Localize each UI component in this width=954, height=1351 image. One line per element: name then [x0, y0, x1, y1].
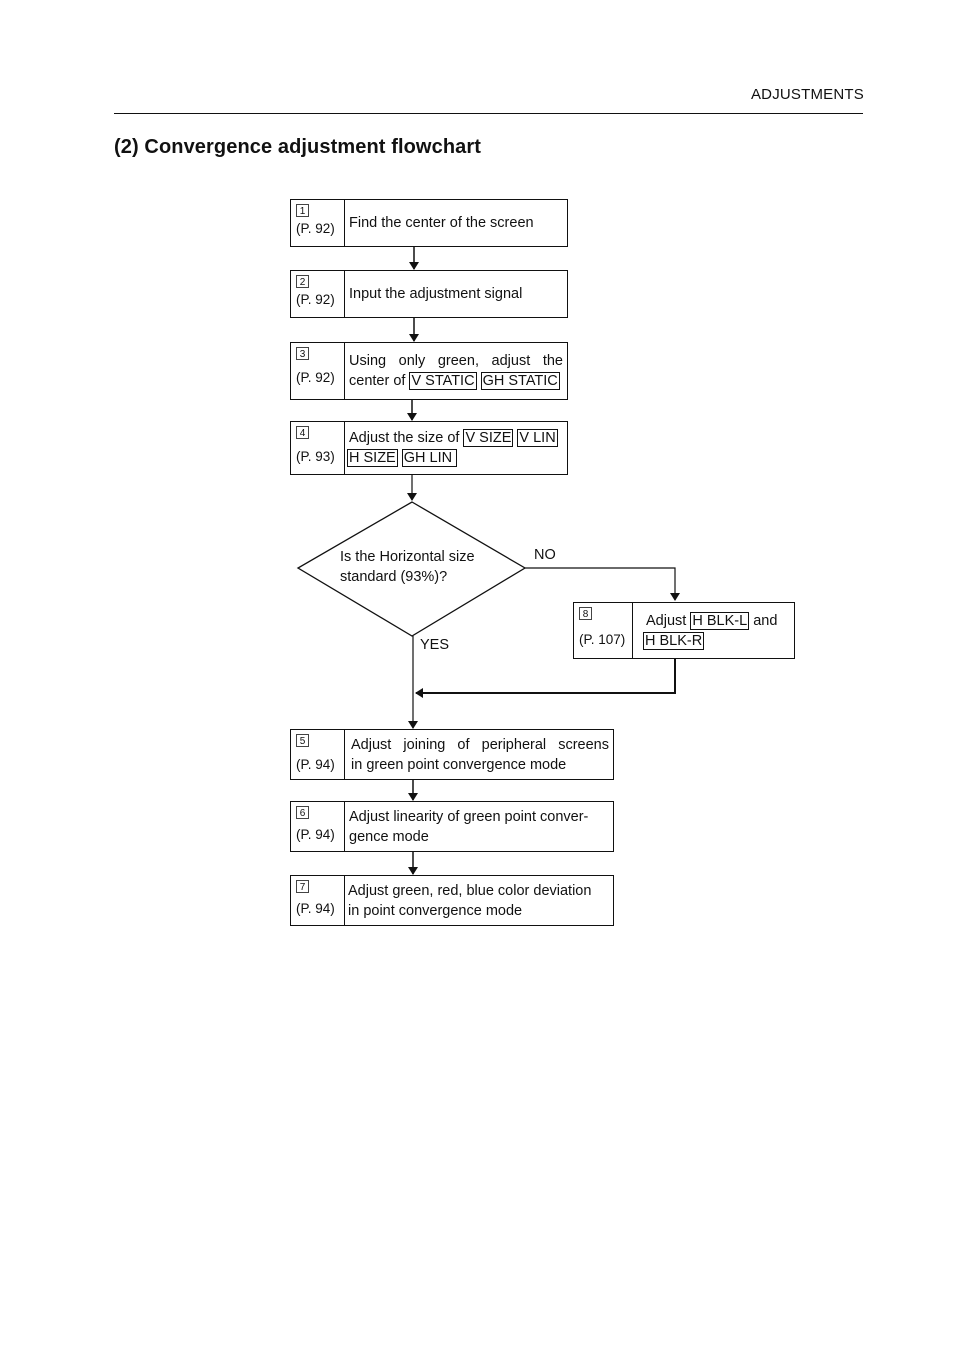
- step-8-prefix: Adjust: [646, 612, 687, 629]
- step-3-ref: 3 (P. 92): [291, 343, 345, 399]
- step-number: 2: [296, 275, 309, 288]
- decision-question: Is the Horizontal size standard (93%)?: [340, 547, 475, 587]
- step-number: 7: [296, 880, 309, 893]
- step-8-ref: 8 (P. 107): [574, 603, 633, 658]
- step-number: 5: [296, 734, 309, 747]
- step-4-ref: 4 (P. 93): [291, 422, 345, 474]
- decision-line-1: Is the Horizontal size: [340, 549, 475, 565]
- step-7-ref: 7 (P. 94): [291, 876, 345, 925]
- step-4-box: 4 (P. 93) Adjust the size of V SIZE V LI…: [290, 421, 568, 475]
- step-4-line-2: H SIZE GH LIN: [347, 448, 563, 468]
- step-2-box: 2 (P. 92) Input the adjustment signal: [290, 270, 568, 318]
- step-6-ref: 6 (P. 94): [291, 802, 345, 851]
- step-number: 8: [579, 607, 592, 620]
- step-8-box: 8 (P. 107) Adjust H BLK-L and H BLK-R: [573, 602, 795, 659]
- step-2-ref: 2 (P. 92): [291, 271, 345, 317]
- page-reference: (P. 94): [296, 827, 335, 842]
- step-1-ref: 1 (P. 92): [291, 200, 345, 246]
- step-4-prefix: Adjust the size of: [349, 430, 460, 446]
- step-6-box: 6 (P. 94) Adjust linearity of green poin…: [290, 801, 614, 852]
- step-6-line-1: Adjust linearity of green point conver-: [349, 808, 589, 825]
- step-5-line-2: in green point convergence mode: [351, 756, 567, 773]
- step-2-text: Input the adjustment signal: [349, 286, 523, 302]
- step-3-line-1: Using only green, adjust the: [349, 353, 563, 369]
- page-reference: (P. 94): [296, 757, 335, 772]
- step-number: 3: [296, 347, 309, 360]
- step-3-prefix: center of: [349, 373, 406, 389]
- step-5-line-1: Adjust joining of peripheral screens: [351, 736, 609, 753]
- step-8-line-2: H BLK-R: [643, 631, 790, 651]
- step-4-line-1: Adjust the size of V SIZE V LIN: [347, 428, 563, 448]
- control-tag-h-size: H SIZE: [347, 449, 398, 467]
- control-tag-v-lin: V LIN: [517, 429, 558, 447]
- page-reference: (P. 107): [579, 632, 626, 647]
- step-number: 1: [296, 204, 309, 217]
- step-number: 4: [296, 426, 309, 439]
- step-6-line-2: gence mode: [349, 828, 429, 845]
- step-8-line-1: Adjust H BLK-L and: [643, 611, 790, 631]
- decision-yes-label: YES: [420, 637, 450, 653]
- control-tag-v-size: V SIZE: [463, 429, 514, 447]
- control-tag-gh-lin: GH LIN: [401, 449, 458, 467]
- control-tag-h-blk-r: H BLK-R: [643, 631, 705, 650]
- step-3-box: 3 (P. 92) Using only green, adjust the c…: [290, 342, 568, 400]
- step-number: 6: [296, 806, 309, 819]
- decision-no-label: NO: [534, 547, 556, 563]
- page-reference: (P. 93): [296, 449, 335, 464]
- step-3-line-2: center of V STATIC GH STATIC: [349, 371, 563, 391]
- step-5-box: 5 (P. 94) Adjust joining of peripheral s…: [290, 729, 614, 780]
- step-1-box: 1 (P. 92) Find the center of the screen: [290, 199, 568, 247]
- control-tag-v-static: V STATIC: [409, 372, 477, 390]
- step-7-line-2: in point convergence mode: [348, 902, 523, 919]
- page-reference: (P. 94): [296, 901, 335, 916]
- page-reference: (P. 92): [296, 370, 335, 385]
- control-tag-gh-static: GH STATIC: [480, 372, 560, 390]
- arrow-8-return: [415, 659, 676, 698]
- step-5-ref: 5 (P. 94): [291, 730, 345, 779]
- page-reference: (P. 92): [296, 292, 335, 307]
- step-8-connector: and: [753, 612, 778, 629]
- step-7-line-1: Adjust green, red, blue color deviation: [348, 882, 592, 899]
- step-7-box: 7 (P. 94) Adjust green, red, blue color …: [290, 875, 614, 926]
- control-tag-h-blk-l: H BLK-L: [690, 611, 750, 630]
- decision-line-2: standard (93%)?: [340, 569, 448, 585]
- arrow-no-to-8: [525, 567, 680, 601]
- step-1-text: Find the center of the screen: [349, 215, 534, 231]
- page-reference: (P. 92): [296, 221, 335, 236]
